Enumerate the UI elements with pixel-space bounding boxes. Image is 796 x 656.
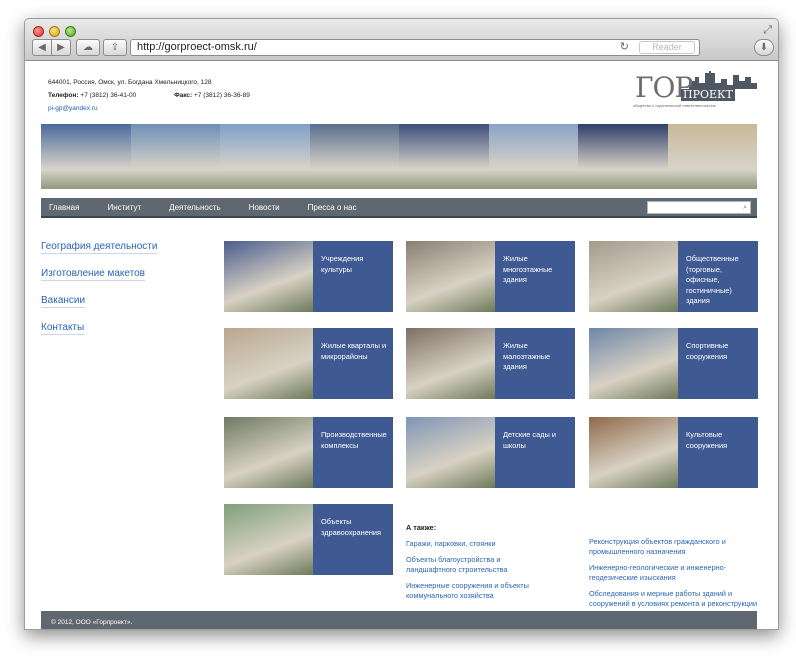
banner-photo: [130, 124, 220, 189]
copyright-text: © 2012, ООО «Горпроект».: [51, 619, 133, 626]
nav-item[interactable]: Институт: [107, 203, 141, 212]
tile-label: Жилые кварталы и микрорайоны: [321, 341, 387, 361]
tile-photo: [406, 328, 495, 399]
sidebar-link[interactable]: Вакансии: [41, 295, 86, 308]
url-text: http://gorproect-omsk.ru/: [137, 41, 257, 53]
banner-photo: [41, 124, 131, 189]
also-link[interactable]: Реконструкция объектов гражданского и пр…: [589, 537, 759, 556]
photo-banner: [41, 124, 757, 189]
forward-button[interactable]: ▶: [51, 39, 71, 56]
tile-photo: [224, 328, 313, 399]
close-window-button[interactable]: [33, 26, 44, 37]
tile-photo: [406, 241, 495, 312]
tile-label: Производственные комплексы: [321, 430, 387, 450]
sidebar-link[interactable]: География деятельности: [41, 241, 158, 254]
banner-photo: [488, 124, 578, 189]
fax-label: Факс:: [174, 92, 193, 99]
logo-sub: ПРОЕКТ: [681, 88, 735, 101]
nav-item[interactable]: Главная: [49, 203, 79, 212]
minimize-window-button[interactable]: [49, 26, 60, 37]
logo-caption: общество с ограниченной ответственностью: [633, 103, 716, 108]
postal-address: 644001, Россия, Омск, ул. Богдана Хмельн…: [48, 79, 212, 86]
tile-label: Культовые сооружения: [686, 430, 728, 450]
nav-item[interactable]: Пресса о нас: [308, 203, 357, 212]
category-tile[interactable]: Объекты здравоохранения: [224, 504, 393, 575]
tile-label: Учреждения культуры: [321, 254, 364, 274]
tile-photo: [589, 241, 678, 312]
search-input[interactable]: [648, 208, 738, 219]
category-tile[interactable]: Общественные (торговые, офисные, гостини…: [589, 241, 758, 312]
banner-photo: [220, 124, 310, 189]
banner-photo: [578, 124, 668, 189]
cloud-icon[interactable]: ☁: [76, 39, 100, 56]
tile-photo: [224, 241, 313, 312]
also-link[interactable]: Гаражи, парковки, стоянки: [406, 539, 546, 549]
tile-photo: [589, 417, 678, 488]
share-icon[interactable]: ⇪: [103, 39, 127, 56]
tile-label: Объекты здравоохранения: [321, 517, 382, 537]
tile-label: Общественные (торговые, офисные, гостини…: [686, 254, 739, 305]
tile-label: Спортивные сооружения: [686, 341, 729, 361]
also-link[interactable]: Инженерно-геологические и инженерно-геод…: [589, 563, 759, 582]
tile-photo: [589, 328, 678, 399]
fax-number: +7 (3812) 36-36-89: [194, 92, 250, 99]
phone-line: Телефон: +7 (3812) 36-41-00 Факс: +7 (38…: [48, 89, 286, 102]
address-bar[interactable]: http://gorproect-omsk.ru/ ↻ Reader: [130, 39, 700, 56]
also-left-links: Гаражи, парковки, стоянки Объекты благоус…: [406, 539, 546, 601]
reload-icon[interactable]: ↻: [620, 40, 629, 55]
search-box[interactable]: ⌕: [647, 201, 751, 219]
category-tile[interactable]: Производственные комплексы: [224, 417, 393, 488]
sidebar-link[interactable]: Изготовление макетов: [41, 268, 145, 281]
browser-toolbar: ⤢ ◀ ▶ ☁ ⇪ http://gorproect-omsk.ru/ ↻ Re…: [25, 19, 778, 61]
also-right-links: Реконструкция объектов гражданского и пр…: [589, 537, 759, 615]
fullscreen-icon[interactable]: ⤢: [763, 24, 772, 37]
banner-photo: [667, 124, 757, 189]
also-title: А также:: [406, 523, 437, 532]
tile-photo: [224, 504, 313, 575]
phone-label: Телефон:: [48, 92, 79, 99]
nav-item[interactable]: Деятельность: [169, 203, 221, 212]
category-tile[interactable]: Жилые многоэтажные здания: [406, 241, 575, 312]
category-tile[interactable]: Жилые малоэтажные здания: [406, 328, 575, 399]
main-navigation: Главная Институт Деятельность Новости Пресса…: [41, 198, 757, 219]
tile-photo: [406, 417, 495, 488]
category-tile[interactable]: Спортивные сооружения: [589, 328, 758, 399]
nav-item[interactable]: Новости: [249, 203, 280, 212]
downloads-icon[interactable]: ⬇: [754, 39, 774, 56]
also-link[interactable]: Объекты благоустройства и ландшафтного с…: [406, 555, 546, 574]
banner-photo: [399, 124, 489, 189]
tile-label: Детские сады и школы: [503, 430, 557, 450]
contact-info: 644001, Россия, Омск, ул. Богдана Хмельн…: [48, 76, 286, 115]
phone-number: +7 (3812) 36-41-00: [80, 92, 137, 99]
web-page: 644001, Россия, Омск, ул. Богдана Хмельн…: [25, 61, 778, 629]
category-tile[interactable]: Детские сады и школы: [406, 417, 575, 488]
also-link[interactable]: Обследования и мерные работы зданий и со…: [589, 589, 759, 608]
skyline-icon: [689, 71, 757, 89]
footer: © 2012, ООО «Горпроект».: [41, 611, 757, 629]
zoom-window-button[interactable]: [65, 26, 76, 37]
search-icon[interactable]: ⌕: [743, 202, 747, 213]
browser-window: ⤢ ◀ ▶ ☁ ⇪ http://gorproect-omsk.ru/ ↻ Re…: [24, 18, 779, 630]
category-tile[interactable]: Культовые сооружения: [589, 417, 758, 488]
tile-label: Жилые многоэтажные здания: [503, 254, 553, 284]
category-tile[interactable]: Учреждения культуры: [224, 241, 393, 312]
also-link[interactable]: Инженерные сооружения и объекты коммунал…: [406, 581, 546, 600]
category-tile[interactable]: Жилые кварталы и микрорайоны: [224, 328, 393, 399]
reader-button[interactable]: Reader: [639, 41, 695, 54]
sidebar-link[interactable]: Контакты: [41, 322, 85, 335]
sidebar-links: География деятельности Изготовление макет…: [41, 241, 158, 349]
email-link[interactable]: pi-gp@yandex.ru: [48, 105, 98, 112]
tile-label: Жилые малоэтажные здания: [503, 341, 551, 371]
tile-photo: [224, 417, 313, 488]
also-section: А также: Гаражи, парковки, стоянки Объект…: [406, 523, 546, 607]
company-logo[interactable]: ГОР ПРОЕКТ общество с ограниченной ответ…: [633, 71, 757, 111]
banner-photo: [309, 124, 399, 189]
back-button[interactable]: ◀: [32, 39, 52, 56]
